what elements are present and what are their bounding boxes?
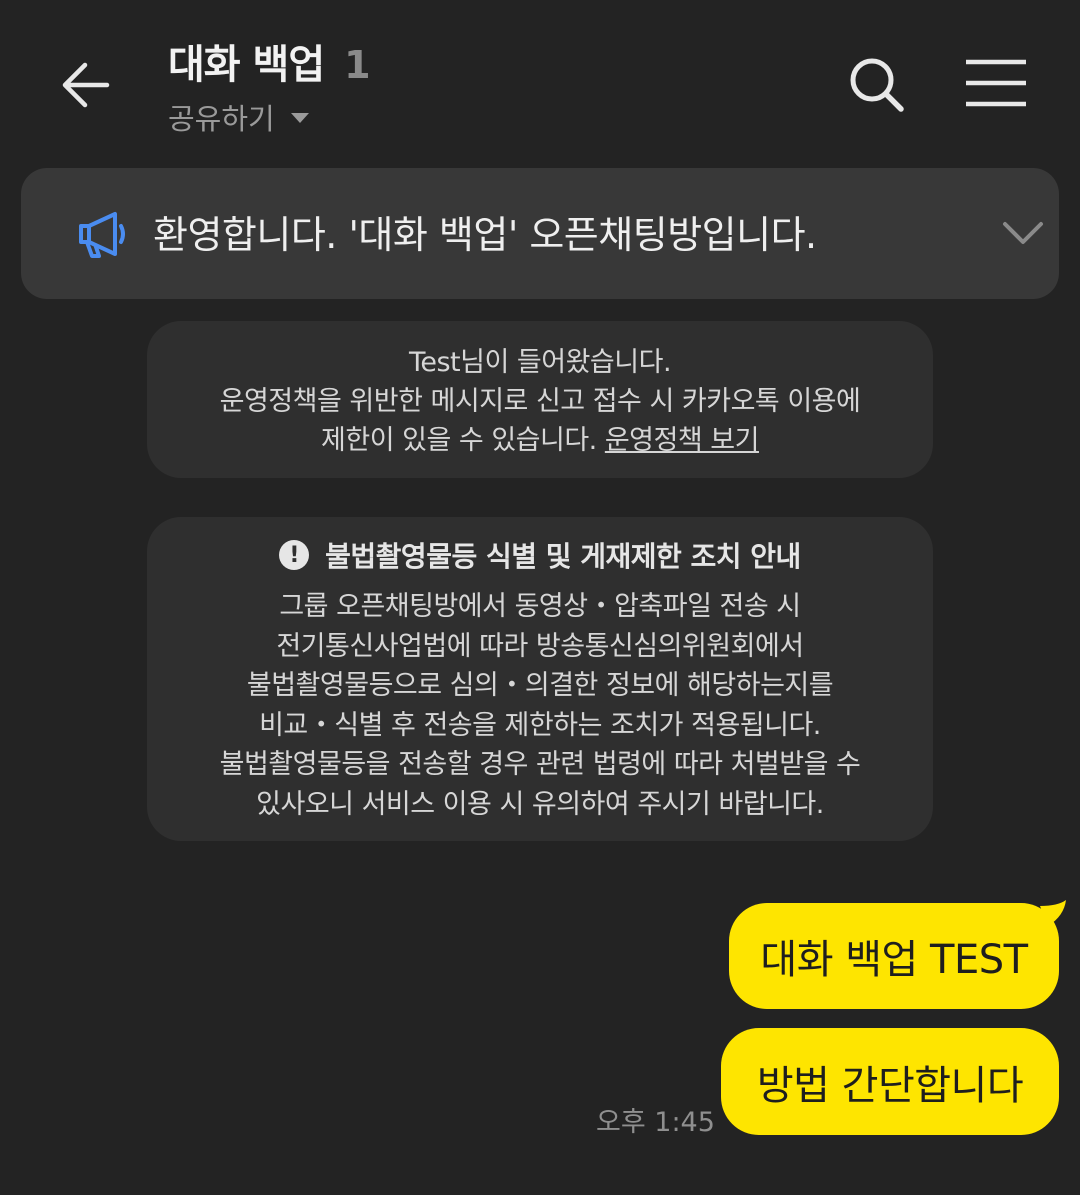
chevron-down-icon[interactable] <box>1001 216 1045 252</box>
back-button[interactable] <box>50 50 120 120</box>
notice-line: 전기통신사업법에 따라 방송통신심의위원회에서 <box>276 630 804 662</box>
share-label: 공유하기 <box>168 102 275 136</box>
notice-heading-text: 불법촬영물등 식별 및 게재제한 조치 안내 <box>325 540 801 573</box>
notice-banner[interactable]: 환영합니다. '대화 백업' 오픈채팅방입니다. <box>21 168 1059 299</box>
chat-header: 대화 백업 1 공유하기 <box>0 0 1080 160</box>
share-dropdown[interactable]: 공유하기 <box>168 96 371 138</box>
member-count: 1 <box>344 43 371 87</box>
exclamation-icon: ! <box>279 540 310 570</box>
search-button[interactable] <box>840 52 914 118</box>
room-title: 대화 백업 <box>168 42 325 88</box>
notice-line: 비교・식별 후 전송을 제한하는 조치가 적용됩니다. <box>259 709 821 741</box>
megaphone-icon <box>79 212 125 258</box>
outgoing-message-bubble[interactable]: 대화 백업 TEST <box>729 903 1059 1009</box>
notice-text: 환영합니다. '대화 백업' 오픈채팅방입니다. <box>153 213 817 257</box>
policy-link[interactable]: 운영정책 보기 <box>605 425 760 456</box>
system-line: 제한이 있을 수 있습니다. 운영정책 보기 <box>147 421 933 460</box>
caret-down-icon <box>290 113 309 123</box>
notice-line: 불법촬영물등으로 심의・의결한 정보에 해당하는지를 <box>246 670 834 701</box>
message-text: 대화 백업 TEST <box>760 937 1028 983</box>
notice-line: 있사오니 서비스 이용 시 유의하여 주시기 바랍니다. <box>256 788 824 820</box>
system-line-text: 제한이 있을 수 있습니다. <box>321 425 605 456</box>
notice-heading: ! 불법촬영물등 식별 및 게재제한 조치 안내 <box>147 535 933 575</box>
title-area: 대화 백업 1 공유하기 <box>168 32 371 138</box>
back-arrow-icon <box>62 62 110 108</box>
system-line: Test님이 들어왔습니다. <box>408 347 672 378</box>
message-text: 방법 간단합니다 <box>756 1062 1024 1109</box>
system-line: 운영정책을 위반한 메시지로 신고 접수 시 카카오톡 이용에 <box>219 386 861 417</box>
outgoing-message-bubble[interactable]: 방법 간단합니다 <box>721 1028 1059 1135</box>
message-timestamp: 오후 1:45 <box>596 1107 715 1138</box>
search-icon <box>850 58 904 112</box>
notice-line: 그룹 오픈채팅방에서 동영상・압축파일 전송 시 <box>279 591 801 622</box>
system-message: Test님이 들어왔습니다. 운영정책을 위반한 메시지로 신고 접수 시 카카… <box>147 321 933 478</box>
illegal-content-notice: ! 불법촬영물등 식별 및 게재제한 조치 안내 그룹 오픈채팅방에서 동영상・… <box>147 517 933 841</box>
hamburger-menu-icon <box>966 59 1026 107</box>
notice-line: 불법촬영물등을 전송할 경우 관련 법령에 따라 처벌받을 수 <box>219 749 861 780</box>
menu-button[interactable] <box>962 58 1030 110</box>
